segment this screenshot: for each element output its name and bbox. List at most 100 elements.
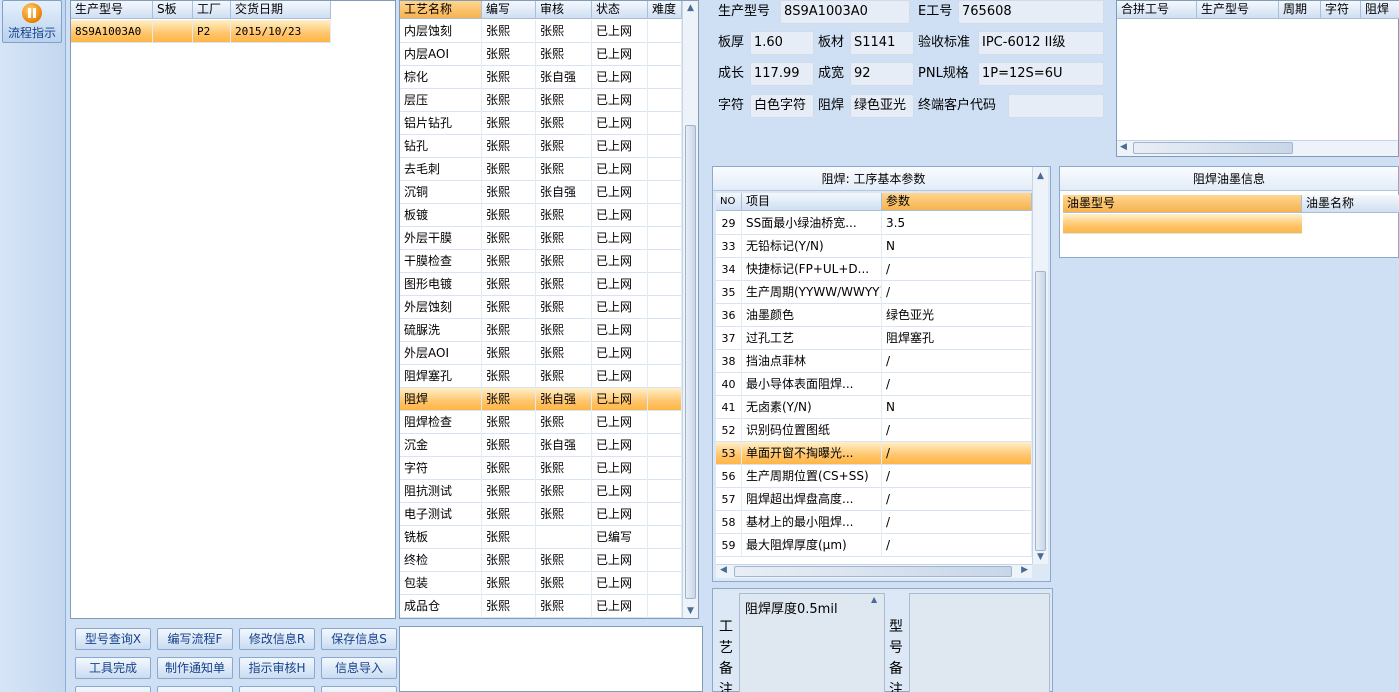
col-header-difficulty[interactable]: 难度 bbox=[648, 1, 682, 19]
thickness-value[interactable]: 1.60 bbox=[750, 31, 814, 55]
params-vscrollbar[interactable]: ▲ ▼ bbox=[1032, 167, 1048, 564]
table-row[interactable]: 56 生产周期位置(CS+SS) / bbox=[716, 465, 1032, 488]
eng-no-value[interactable]: 765608 bbox=[958, 0, 1104, 24]
table-row[interactable]: 34 快捷标记(FP+UL+D... / bbox=[716, 258, 1032, 281]
scroll-left-icon[interactable]: ◀ bbox=[1120, 142, 1127, 152]
table-row[interactable]: 外层干膜 张熙 张熙 已上网 bbox=[400, 227, 682, 250]
scroll-left-icon[interactable]: ◀ bbox=[720, 565, 727, 575]
scroll-right-icon[interactable]: ▶ bbox=[1021, 565, 1028, 575]
col-header-ink-type[interactable]: 油墨型号 bbox=[1063, 195, 1302, 213]
scroll-thumb[interactable] bbox=[685, 125, 696, 599]
col-header-no[interactable]: NO bbox=[716, 193, 742, 211]
table-row[interactable]: 外层蚀刻 张熙 张熙 已上网 bbox=[400, 296, 682, 319]
col-header-reviewer[interactable]: 审核 bbox=[536, 1, 592, 19]
table-row[interactable]: 板镀 张熙 张熙 已上网 bbox=[400, 204, 682, 227]
table-row[interactable]: 59 最大阻焊厚度(μm) / bbox=[716, 534, 1032, 557]
table-row[interactable]: 层压 张熙 张熙 已上网 bbox=[400, 89, 682, 112]
table-row[interactable]: 38 挡油点菲林 / bbox=[716, 350, 1032, 373]
table-row[interactable]: 成品仓 张熙 张熙 已上网 bbox=[400, 595, 682, 618]
make-notice-button[interactable]: 制作通知单 bbox=[157, 657, 233, 679]
scroll-thumb[interactable] bbox=[734, 566, 1012, 577]
scroll-down-icon[interactable]: ▼ bbox=[1033, 550, 1048, 564]
tool-complete-button[interactable]: 工具完成 bbox=[75, 657, 151, 679]
col-header-combine-no[interactable]: 合拼工号 bbox=[1117, 1, 1197, 19]
table-row[interactable]: 沉金 张熙 张自强 已上网 bbox=[400, 434, 682, 457]
col-header-ink-name[interactable]: 油墨名称 bbox=[1302, 195, 1399, 213]
scroll-up-icon[interactable]: ▲ bbox=[871, 595, 877, 604]
table-row[interactable]: 58 基材上的最小阻焊... / bbox=[716, 511, 1032, 534]
table-row[interactable]: 41 无卤素(Y/N) N bbox=[716, 396, 1032, 419]
scroll-thumb[interactable] bbox=[1133, 142, 1293, 154]
col-header-process[interactable]: 工艺名称 bbox=[400, 1, 482, 19]
table-row[interactable]: 去毛刺 张熙 张熙 已上网 bbox=[400, 158, 682, 181]
table-row[interactable]: 57 阻焊超出焊盘高度... / bbox=[716, 488, 1032, 511]
customer-code-value[interactable] bbox=[1008, 94, 1104, 118]
model-query-button[interactable]: 型号查询X bbox=[75, 628, 151, 650]
table-row[interactable]: 36 油墨颜色 绿色亚光 bbox=[716, 304, 1032, 327]
model-value[interactable]: 8S9A1003A0 bbox=[780, 0, 910, 24]
length-value[interactable]: 117.99 bbox=[750, 62, 814, 86]
col-header-model[interactable]: 生产型号 bbox=[71, 1, 153, 19]
col-header-combine-model[interactable]: 生产型号 bbox=[1197, 1, 1279, 19]
table-row[interactable]: 53 单面开窗不掏曝光... / bbox=[716, 442, 1032, 465]
table-row[interactable]: 沉铜 张熙 张自强 已上网 bbox=[400, 181, 682, 204]
table-row[interactable]: 阻焊检查 张熙 张熙 已上网 bbox=[400, 411, 682, 434]
table-row[interactable]: 内层AOI 张熙 张熙 已上网 bbox=[400, 43, 682, 66]
table-row[interactable]: 阻焊塞孔 张熙 张熙 已上网 bbox=[400, 365, 682, 388]
process-memo-text[interactable]: 阻焊厚度0.5mil bbox=[739, 593, 885, 692]
material-value[interactable]: S1141 bbox=[850, 31, 914, 55]
table-row[interactable]: 铣板 张熙 已编写 bbox=[400, 526, 682, 549]
col-header-cycle[interactable]: 周期 bbox=[1279, 1, 1321, 19]
table-row[interactable]: 35 生产周期(YYWW/WWYY) / bbox=[716, 281, 1032, 304]
table-row[interactable]: 29 SS面最小绿油桥宽... 3.5 bbox=[716, 212, 1032, 235]
table-row[interactable]: 52 识别码位置图纸 / bbox=[716, 419, 1032, 442]
col-header-sboard[interactable]: S板 bbox=[153, 1, 193, 19]
more-button-4[interactable] bbox=[321, 686, 397, 692]
pnl-value[interactable]: 1P=12S=6U bbox=[978, 62, 1104, 86]
col-header-factory[interactable]: 工厂 bbox=[193, 1, 231, 19]
more-button-3[interactable] bbox=[239, 686, 315, 692]
modify-info-button[interactable]: 修改信息R bbox=[239, 628, 315, 650]
process-detail-box[interactable] bbox=[399, 626, 703, 692]
width-value[interactable]: 92 bbox=[850, 62, 914, 86]
scroll-thumb[interactable] bbox=[1035, 271, 1046, 551]
table-row[interactable]: 33 无铅标记(Y/N) N bbox=[716, 235, 1032, 258]
col-header-mask[interactable]: 阻焊 bbox=[1361, 1, 1399, 19]
save-info-button[interactable]: 保存信息S bbox=[321, 628, 397, 650]
col-header-delivery[interactable]: 交货日期 bbox=[231, 1, 331, 19]
soldermask-value[interactable]: 绿色亚光 bbox=[850, 94, 914, 118]
scroll-up-icon[interactable]: ▲ bbox=[683, 1, 698, 15]
table-row[interactable]: 40 最小导体表面阻焊... / bbox=[716, 373, 1032, 396]
table-row[interactable]: 内层蚀刻 张熙 张熙 已上网 bbox=[400, 20, 682, 43]
col-header-status[interactable]: 状态 bbox=[592, 1, 648, 19]
combine-hscrollbar[interactable]: ◀ bbox=[1117, 140, 1398, 156]
review-instruction-button[interactable]: 指示审核H bbox=[239, 657, 315, 679]
table-row[interactable]: 包装 张熙 张熙 已上网 bbox=[400, 572, 682, 595]
flow-indicator-button[interactable]: 流程指示 bbox=[2, 0, 62, 43]
table-row[interactable]: 阻抗测试 张熙 张熙 已上网 bbox=[400, 480, 682, 503]
col-header-param[interactable]: 参数 bbox=[882, 193, 1032, 211]
table-row[interactable]: 外层AOI 张熙 张熙 已上网 bbox=[400, 342, 682, 365]
more-button-2[interactable] bbox=[157, 686, 233, 692]
table-row[interactable]: 钻孔 张熙 张熙 已上网 bbox=[400, 135, 682, 158]
table-row[interactable] bbox=[1063, 214, 1302, 234]
scroll-down-icon[interactable]: ▼ bbox=[683, 604, 698, 618]
params-hscrollbar[interactable]: ◀ ▶ bbox=[716, 564, 1032, 578]
table-row[interactable]: 图形电镀 张熙 张熙 已上网 bbox=[400, 273, 682, 296]
character-value[interactable]: 白色字符 bbox=[750, 94, 814, 118]
scroll-up-icon[interactable]: ▲ bbox=[1033, 169, 1048, 183]
write-flow-button[interactable]: 编写流程F bbox=[157, 628, 233, 650]
col-header-char[interactable]: 字符 bbox=[1321, 1, 1361, 19]
table-row[interactable]: 终检 张熙 张熙 已上网 bbox=[400, 549, 682, 572]
table-row[interactable]: 37 过孔工艺 阻焊塞孔 bbox=[716, 327, 1032, 350]
table-row[interactable]: 铝片钻孔 张熙 张熙 已上网 bbox=[400, 112, 682, 135]
table-row[interactable]: 8S9A1003A0 P2 2015/10/23 bbox=[71, 20, 331, 43]
table-row[interactable]: 棕化 张熙 张自强 已上网 bbox=[400, 66, 682, 89]
table-row[interactable]: 字符 张熙 张熙 已上网 bbox=[400, 457, 682, 480]
acceptance-value[interactable]: IPC-6012 II级 bbox=[978, 31, 1104, 55]
info-import-button[interactable]: 信息导入 bbox=[321, 657, 397, 679]
table-row[interactable]: 阻焊 张熙 张自强 已上网 bbox=[400, 388, 682, 411]
process-scrollbar[interactable]: ▲ ▼ bbox=[682, 1, 698, 618]
col-header-writer[interactable]: 编写 bbox=[482, 1, 536, 19]
col-header-item[interactable]: 项目 bbox=[742, 193, 882, 211]
